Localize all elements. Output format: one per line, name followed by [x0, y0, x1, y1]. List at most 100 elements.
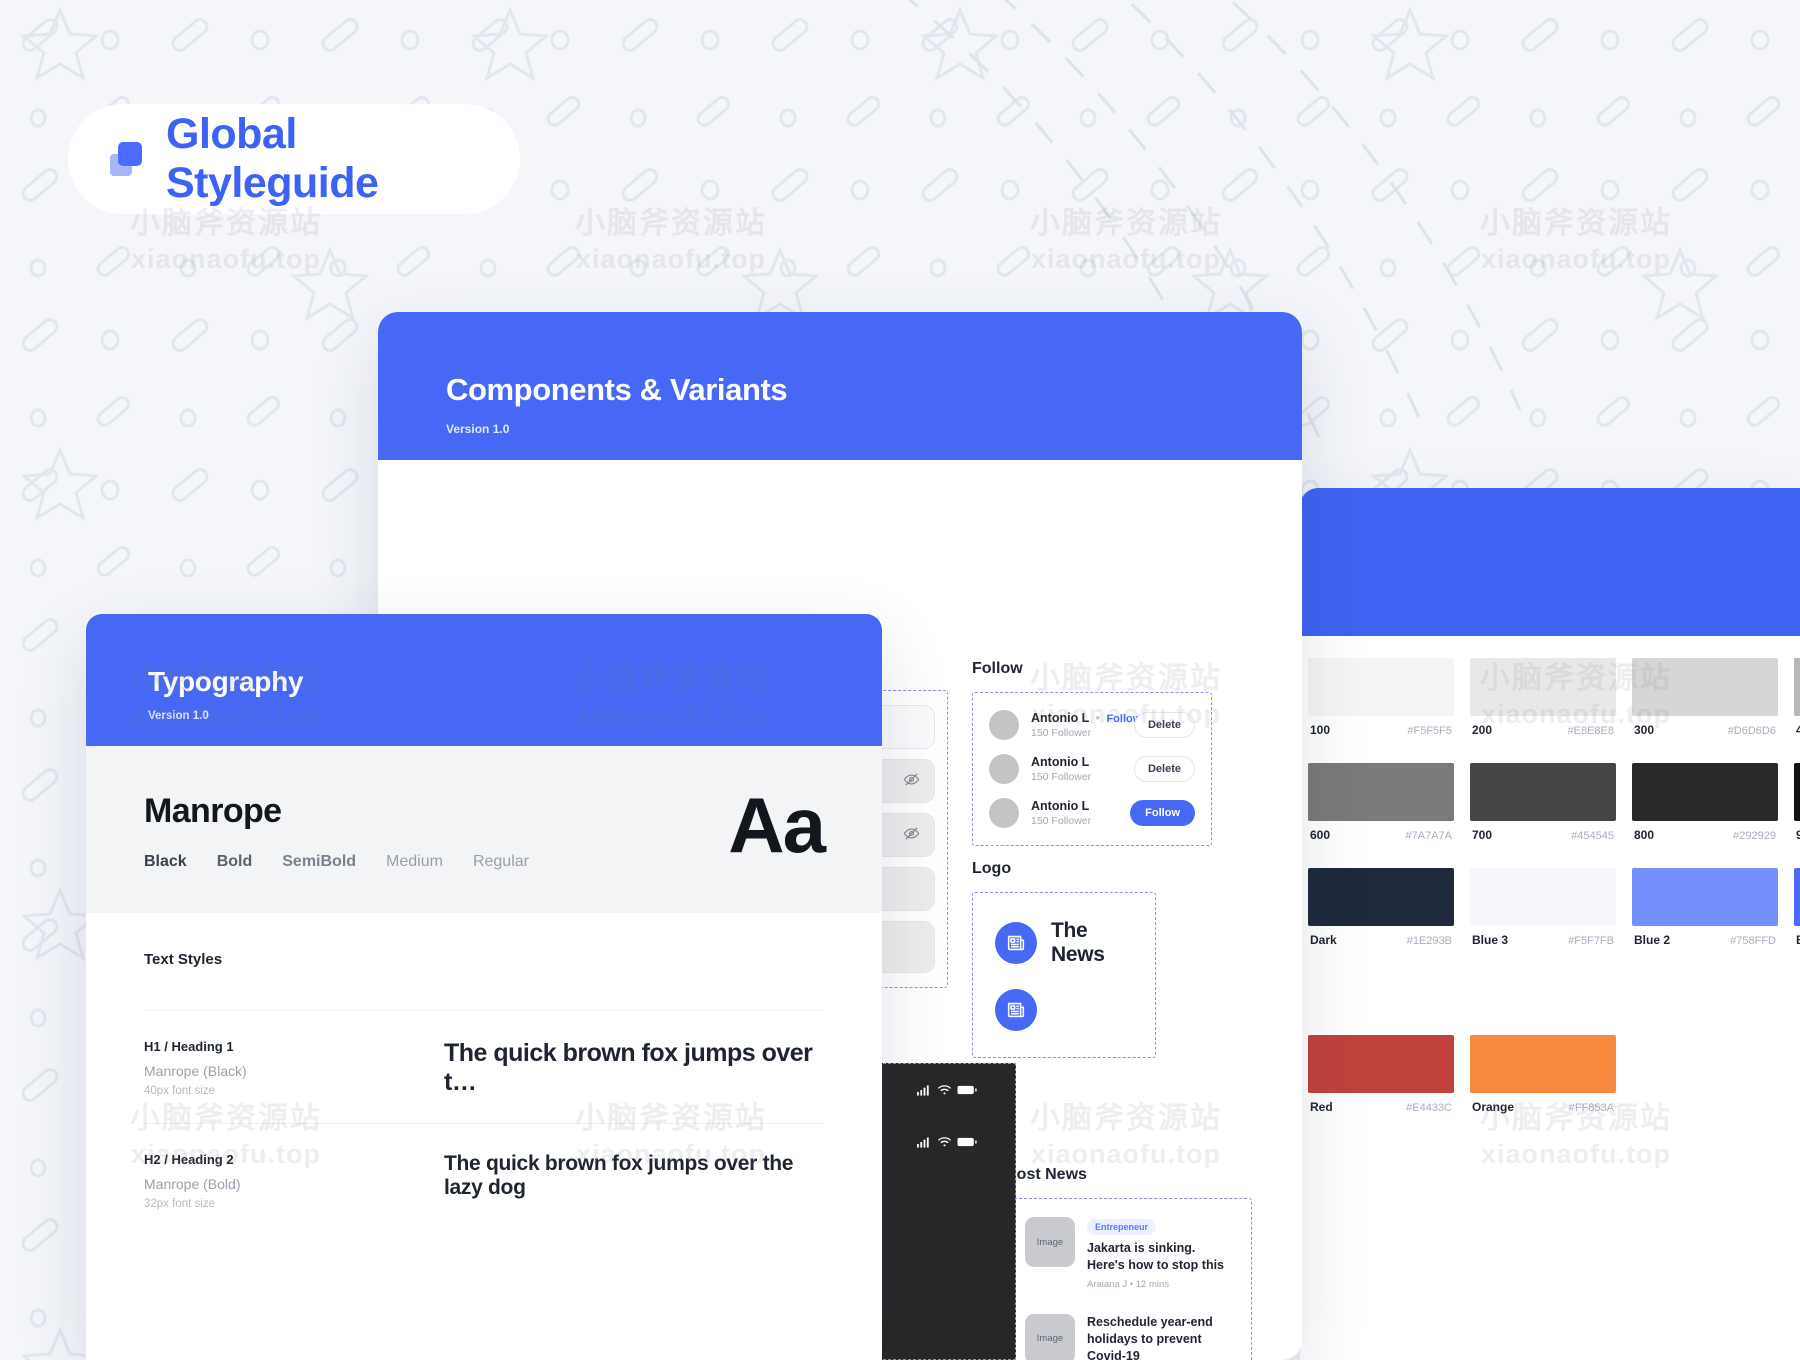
swatch-row: 100 #F5F5F5 200 #E8E8E8 300 #D6D6D6 400#B8B… — [1300, 658, 1800, 763]
text-style-name: H1 / Heading 1 — [144, 1039, 234, 1054]
color-swatch[interactable]: Dark #1E293B — [1308, 868, 1454, 947]
color-swatch[interactable]: 200 #E8E8E8 — [1470, 658, 1616, 737]
text-style-sample: The quick brown fox jumps over the lazy … — [444, 1152, 794, 1199]
watermark: 小脑斧资源站xiaonaofu.top — [1030, 207, 1222, 274]
text-styles-section: Text Styles H1 / Heading 1 Manrope (Blac… — [86, 913, 882, 1236]
follower-count: 150 Follower — [1031, 727, 1092, 739]
palette-swatch-grid: 100 #F5F5F5 200 #E8E8E8 300 #D6D6D6 400#B8B… — [1300, 636, 1800, 1140]
swatch-name: 600 — [1310, 828, 1331, 842]
weight-regular: Regular — [472, 853, 529, 870]
components-card-title: Components & Variants — [446, 372, 788, 407]
battery-icon — [957, 1137, 977, 1147]
text-style-name: H2 / Heading 2 — [144, 1152, 234, 1167]
font-family-band: Manrope Black Bold SemiBold Medium Regul… — [86, 746, 882, 913]
separator-dot: • — [1095, 711, 1100, 725]
newspaper-icon — [995, 922, 1037, 964]
color-swatch[interactable]: 700 #454545 — [1470, 763, 1616, 842]
wifi-icon — [937, 1137, 952, 1147]
swatch-name: Dark — [1310, 933, 1337, 947]
watermark: 小脑斧资源站xiaonaofu.top — [575, 207, 767, 274]
swatch-name: 300 — [1634, 723, 1655, 737]
post-title: Reschedule year-end holidays to prevent … — [1087, 1314, 1213, 1360]
post-news-label: Post News — [1006, 1166, 1087, 1183]
logo-name: The News — [1051, 919, 1105, 966]
swatch-hex: #454545 — [1571, 830, 1614, 842]
post-news-frame: Image Entrepeneur Jakarta is sinking. He… — [1006, 1198, 1252, 1360]
color-swatch[interactable]: 800 #292929 — [1632, 763, 1778, 842]
follow-section-label: Follow — [972, 660, 1023, 677]
specimen-glyph: Aa — [728, 781, 826, 869]
logo-section: Logo The News — [972, 860, 1156, 1058]
newspaper-icon-mark — [995, 989, 1037, 1031]
swatch-hex: #7A7A7A — [1405, 830, 1452, 842]
logo-section-frame: The News — [972, 892, 1156, 1058]
typography-card-title: Typography — [148, 666, 304, 697]
swatch-hex: #D6D6D6 — [1727, 725, 1776, 737]
swatch-hex: #F5F7FB — [1568, 935, 1614, 947]
swatch-hex: #F5F5F5 — [1407, 725, 1452, 737]
swatch-hex: #FF853A — [1568, 1102, 1614, 1114]
follow-list-item[interactable]: Antonio L 150 Follower Follow — [979, 791, 1205, 835]
text-style-sample: The quick brown fox jumps over t… — [444, 1039, 813, 1096]
weight-bold: Bold — [216, 853, 253, 870]
color-swatch[interactable]: Blue 3 #F5F7FB — [1470, 868, 1616, 947]
mobile-status-bar-preview — [878, 1063, 1016, 1360]
signal-icon — [917, 1085, 929, 1096]
weight-semibold: SemiBold — [282, 853, 357, 870]
color-swatch[interactable]: Blue 1#4D6BFE — [1794, 868, 1800, 947]
swatch-row: Red #E4433C Orange #FF853A — [1300, 973, 1800, 1140]
color-swatch[interactable]: Blue 2 #758FFD — [1632, 868, 1778, 947]
swatch-hex: #292929 — [1733, 830, 1776, 842]
follower-count: 150 Follower — [1031, 815, 1092, 827]
follower-count: 150 Follower — [1031, 771, 1092, 783]
color-swatch[interactable]: 900#121212 — [1794, 763, 1800, 842]
delete-button[interactable]: Delete — [1133, 712, 1195, 738]
swatch-name: 200 — [1472, 723, 1493, 737]
eye-off-icon[interactable] — [903, 771, 920, 791]
follow-section: Follow Antonio L • Follow 150 Follower D… — [972, 660, 1212, 846]
status-bar — [879, 1084, 1015, 1096]
color-swatch[interactable]: Red #E4433C — [1308, 1035, 1454, 1114]
post-news-section: Post News Image Entrepeneur Jakarta is s… — [1006, 1166, 1252, 1360]
typography-card: Typography Version 1.0 Manrope Black Bol… — [86, 614, 882, 1360]
color-swatch[interactable]: 100 #F5F5F5 — [1308, 658, 1454, 737]
color-swatch[interactable]: 300 #D6D6D6 — [1632, 658, 1778, 737]
typography-card-version: Version 1.0 — [148, 710, 209, 722]
text-style-font: Manrope (Bold) — [144, 1176, 241, 1192]
swatch-name: 400 — [1796, 723, 1800, 737]
styleguide-title-pill: Global Styleguide — [68, 104, 520, 214]
post-thumbnail: Image — [1025, 1217, 1075, 1267]
color-swatch[interactable]: 400#B8B8B8 — [1794, 658, 1800, 737]
text-style-size: 32px font size — [144, 1198, 215, 1210]
logo-section-label: Logo — [972, 860, 1012, 877]
page-title: Global Styleguide — [166, 110, 379, 207]
post-news-item[interactable]: Image Entrepeneur Jakarta is sinking. He… — [1015, 1205, 1243, 1302]
wifi-icon — [937, 1085, 952, 1095]
weight-medium: Medium — [386, 853, 443, 870]
follow-section-frame: Antonio L • Follow 150 Follower Delete A… — [972, 692, 1212, 846]
eye-off-icon[interactable] — [903, 825, 920, 845]
swatch-hex: #E8E8E8 — [1567, 725, 1614, 737]
status-bar — [879, 1136, 1015, 1148]
swatch-name: Blue 3 — [1472, 933, 1509, 947]
swatch-hex: #758FFD — [1730, 935, 1776, 947]
text-style-font: Manrope (Black) — [144, 1063, 247, 1079]
weight-black: Black — [144, 853, 187, 870]
follow-button[interactable]: Follow — [1130, 800, 1195, 826]
font-family-name: Manrope — [144, 792, 282, 830]
swatch-name: 700 — [1472, 828, 1493, 842]
text-style-row: H2 / Heading 2 Manrope (Bold) 32px font … — [144, 1123, 824, 1236]
avatar — [989, 754, 1019, 784]
color-swatch[interactable]: 600 #7A7A7A — [1308, 763, 1454, 842]
color-swatch[interactable]: Orange #FF853A — [1470, 1035, 1616, 1114]
post-news-item[interactable]: Image Reschedule year-end holidays to pr… — [1015, 1302, 1243, 1360]
swatch-name: 800 — [1634, 828, 1655, 842]
text-styles-label: Text Styles — [144, 951, 223, 968]
delete-button[interactable]: Delete — [1133, 756, 1195, 782]
follow-list-item[interactable]: Antonio L 150 Follower Delete — [979, 747, 1205, 791]
swatch-name: 900 — [1796, 828, 1800, 842]
typography-card-header: Typography Version 1.0 — [86, 614, 882, 746]
swatch-row: Dark #1E293B Blue 3 #F5F7FB Blue 2 #758FFD … — [1300, 868, 1800, 973]
follow-list-item[interactable]: Antonio L • Follow 150 Follower Delete — [979, 703, 1205, 747]
swatch-hex: #E4433C — [1406, 1102, 1452, 1114]
